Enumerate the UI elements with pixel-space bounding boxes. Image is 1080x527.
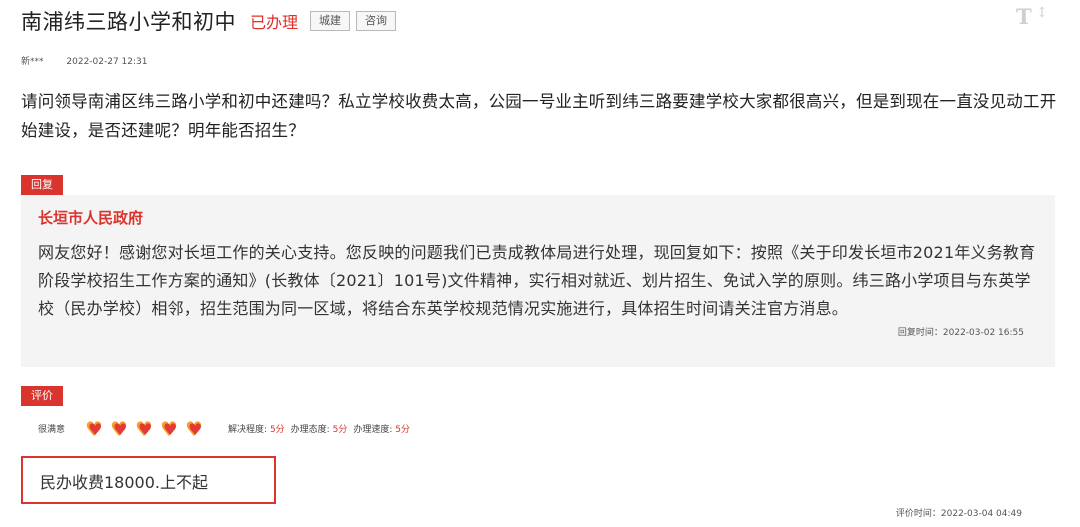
post-meta: 新*** 2022-02-27 12:31 — [21, 54, 148, 67]
page: 南浦纬三路小学和初中 已办理 城建 咨询 T ↕ 新*** 2022-02-27… — [0, 0, 1080, 527]
category-tag[interactable]: 城建 — [310, 11, 351, 31]
score-label: 解决程度: — [228, 424, 268, 435]
page-title: 南浦纬三路小学和初中 — [21, 10, 236, 34]
font-toggle-letter: T — [1016, 4, 1032, 29]
status-label: 已办理 — [250, 13, 299, 32]
score-resolution: 解决程度: 5分 — [228, 422, 285, 435]
heart-icon: ♥ ♥ — [135, 417, 153, 441]
heart-icon: ♥ ♥ — [110, 417, 128, 441]
evaluation-time: 评价时间：2022-03-04 04:49 — [895, 509, 1022, 519]
score-attitude: 办理态度: 5分 — [291, 422, 348, 435]
reply-box: 长垣市人民政府 网友您好！感谢您对长垣工作的关心支持。您反映的问题我们已责成教体… — [21, 195, 1055, 367]
question-text: 请问领导南浦区纬三路小学和初中还建吗？私立学校收费太高，公园一号业主听到纬三路要… — [21, 92, 1057, 140]
score-label: 办理态度: — [290, 424, 330, 435]
title-row: 南浦纬三路小学和初中 已办理 城建 咨询 — [21, 6, 397, 36]
satisfaction-label: 很满意 — [38, 424, 66, 435]
type-tag[interactable]: 咨询 — [356, 11, 397, 31]
comment-box: 民办收费18000.上不起 — [21, 456, 276, 504]
comment-text: 民办收费18000.上不起 — [40, 473, 208, 492]
post-time: 2022-02-27 12:31 — [66, 57, 148, 67]
heart-rating: ♥ ♥ ♥ ♥ ♥ ♥ ♥ ♥ ♥ ♥ — [85, 417, 210, 439]
reply-badge: 回复 — [21, 175, 63, 195]
heart-icon: ♥ ♥ — [160, 417, 178, 441]
reply-text: 网友您好！感谢您对长垣工作的关心支持。您反映的问题我们已责成教体局进行处理，现回… — [38, 243, 1036, 318]
heart-icon: ♥ ♥ — [85, 417, 103, 441]
resize-arrow-icon: ↕ — [1036, 5, 1048, 21]
rating-row: 很满意 ♥ ♥ ♥ ♥ ♥ ♥ ♥ ♥ ♥ ♥ 解决程度: 5分 办理态度: 5分 办理速度: 5… — [38, 416, 410, 440]
score-value: 5分 — [332, 424, 348, 435]
score-speed: 办理速度: 5分 — [353, 422, 410, 435]
score-value: 5分 — [395, 424, 410, 435]
reply-organization: 长垣市人民政府 — [38, 209, 144, 227]
rating-badge: 评价 — [21, 386, 63, 406]
font-size-toggle-icon[interactable]: T ↕ — [1016, 4, 1048, 29]
score-value: 5分 — [269, 424, 285, 435]
heart-icon: ♥ ♥ — [185, 417, 203, 441]
score-label: 办理速度: — [353, 424, 393, 435]
author-name: 新*** — [21, 57, 44, 67]
reply-time: 回复时间：2022-03-02 16:55 — [897, 328, 1024, 338]
